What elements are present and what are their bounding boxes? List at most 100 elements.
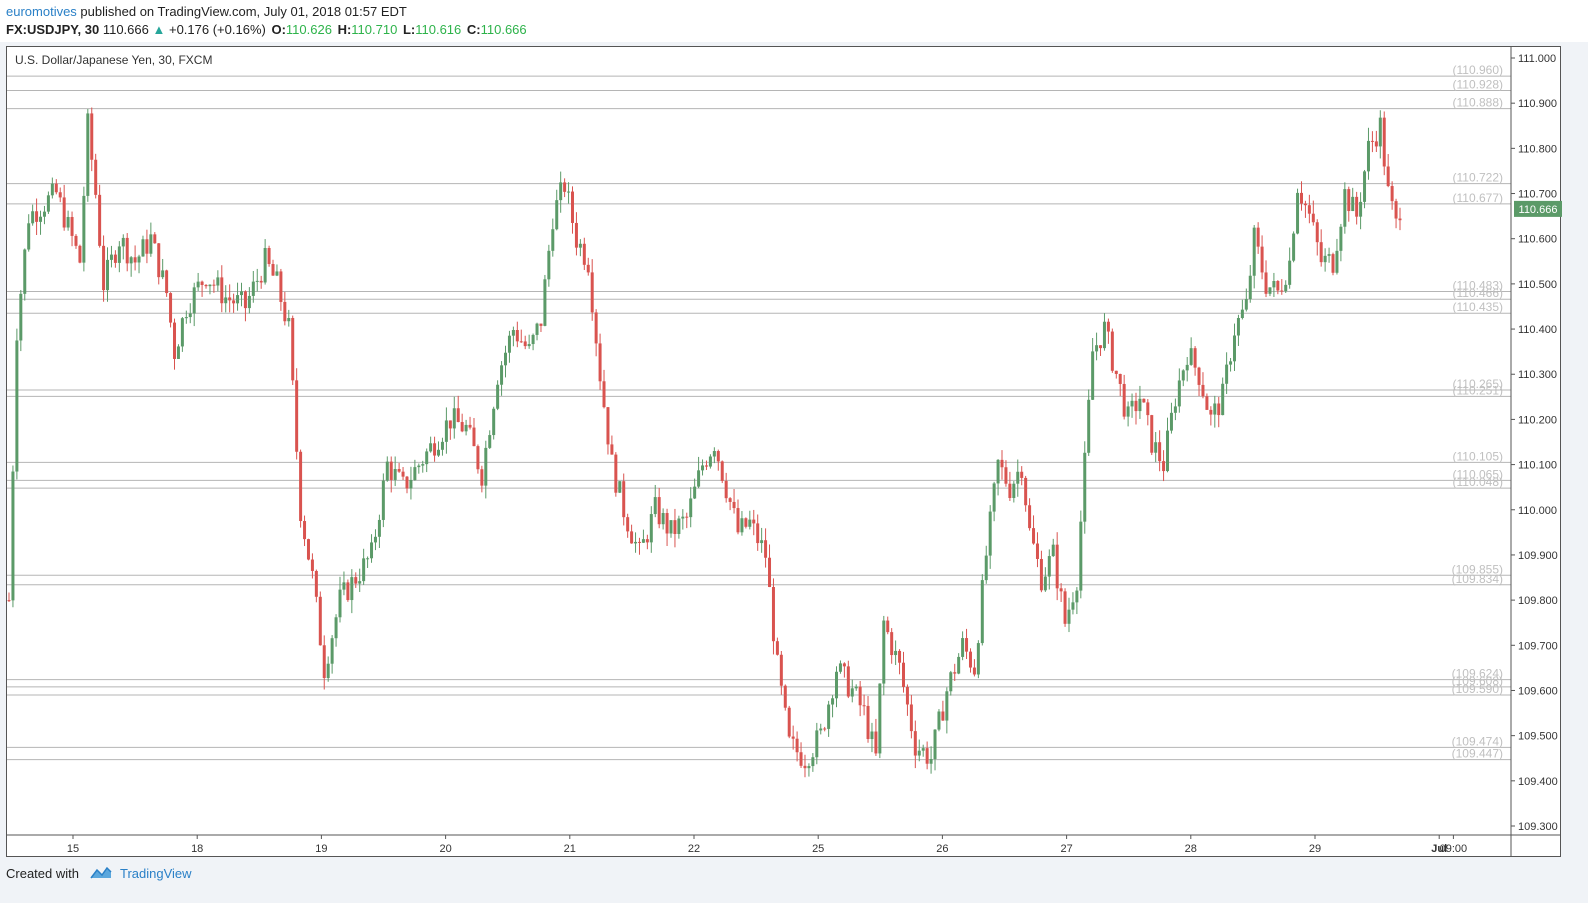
candle-body bbox=[634, 541, 638, 544]
candle-body bbox=[129, 257, 133, 264]
candle-body bbox=[748, 519, 752, 527]
candle-body bbox=[570, 191, 574, 223]
candle-body bbox=[957, 656, 961, 674]
candle-body bbox=[862, 705, 866, 707]
candle-body bbox=[708, 456, 712, 467]
candle-body bbox=[1032, 528, 1036, 544]
candle-body bbox=[515, 330, 519, 342]
candle-body bbox=[1339, 226, 1343, 251]
candle-body bbox=[1091, 351, 1095, 400]
candle-body bbox=[82, 195, 86, 263]
candle-body bbox=[1181, 370, 1185, 381]
candle-body bbox=[279, 271, 283, 302]
candle-body bbox=[779, 654, 783, 686]
candle-body bbox=[972, 667, 976, 675]
candle-body bbox=[204, 284, 208, 287]
candle-body bbox=[661, 513, 665, 525]
candle-body bbox=[86, 113, 90, 196]
x-tick-label: 22 bbox=[688, 843, 700, 855]
candle-body bbox=[728, 498, 732, 502]
candle-body bbox=[429, 443, 433, 452]
candle-body bbox=[11, 471, 15, 601]
y-tick-label: 109.900 bbox=[1518, 550, 1558, 562]
candle-body bbox=[768, 557, 772, 588]
tradingview-link[interactable]: TradingView bbox=[120, 866, 192, 881]
x-tick-label: 20 bbox=[439, 843, 451, 855]
candle-body bbox=[1154, 442, 1158, 453]
candle-body bbox=[961, 638, 965, 657]
candle-body bbox=[1043, 576, 1047, 591]
candle-body bbox=[1327, 254, 1331, 256]
candle-body bbox=[507, 335, 511, 353]
candle-body bbox=[1248, 275, 1252, 300]
y-tick-label: 109.400 bbox=[1518, 776, 1558, 788]
candle-body bbox=[602, 381, 606, 408]
candle-body bbox=[310, 559, 314, 571]
candle-body bbox=[141, 239, 145, 257]
x-tick-label: 21 bbox=[564, 843, 576, 855]
candle-body bbox=[968, 651, 972, 668]
candle-body bbox=[1134, 400, 1138, 412]
candle-body bbox=[366, 558, 370, 560]
candle-body bbox=[819, 728, 823, 731]
candle-body bbox=[66, 216, 70, 228]
candle-body bbox=[188, 313, 192, 318]
candle-body bbox=[1288, 260, 1292, 285]
candle-body bbox=[795, 738, 799, 753]
level-label: (109.590) bbox=[1452, 682, 1503, 696]
candle-body bbox=[854, 686, 858, 689]
candle-body bbox=[846, 666, 850, 697]
candle-body bbox=[472, 427, 476, 447]
candle-body bbox=[192, 287, 196, 314]
candle-body bbox=[637, 541, 641, 543]
candle-body bbox=[1126, 406, 1130, 417]
candle-body bbox=[1335, 250, 1339, 273]
candle-body bbox=[354, 577, 358, 584]
candle-body bbox=[42, 211, 46, 217]
candle-body bbox=[1106, 321, 1110, 332]
horizontal-levels: (110.960)(110.928) (110.888) (110.722) (110… bbox=[7, 63, 1511, 761]
candle-body bbox=[933, 729, 937, 760]
candle-body bbox=[1394, 201, 1398, 219]
candle-body bbox=[318, 596, 322, 646]
candle-body bbox=[941, 711, 945, 721]
candle-body bbox=[251, 281, 255, 296]
candle-body bbox=[1193, 348, 1197, 368]
candle-body bbox=[1374, 141, 1378, 147]
candle-body bbox=[807, 766, 811, 769]
candle-body bbox=[504, 352, 508, 366]
level-label: (110.960) bbox=[1453, 63, 1503, 77]
candle-body bbox=[287, 318, 291, 322]
candle-body bbox=[460, 422, 464, 432]
candle-body bbox=[98, 194, 102, 246]
candle-body bbox=[1331, 254, 1335, 273]
candle-body bbox=[109, 254, 113, 260]
y-tick-label: 110.900 bbox=[1518, 98, 1557, 110]
candle-body bbox=[425, 451, 429, 465]
candle-body bbox=[827, 704, 831, 729]
y-tick-label: 110.300 bbox=[1518, 369, 1557, 381]
candle-body bbox=[90, 113, 94, 160]
candle-body bbox=[239, 291, 243, 296]
candle-body bbox=[464, 424, 468, 432]
candle-body bbox=[1236, 318, 1240, 336]
x-tick-label: 09:00 bbox=[1440, 843, 1468, 855]
candle-body bbox=[247, 295, 251, 309]
candle-body bbox=[567, 191, 571, 193]
time-axis[interactable]: 15 18 19 20 21 22 25 26 27 28 29 Jul09:00 bbox=[67, 835, 1467, 855]
candle-body bbox=[1000, 459, 1004, 468]
candle-body bbox=[677, 518, 681, 534]
level-label: (110.888) bbox=[1453, 96, 1503, 110]
candle-body bbox=[1307, 205, 1311, 214]
candle-body bbox=[468, 424, 472, 428]
candle-body bbox=[1366, 140, 1370, 172]
candle-body bbox=[476, 446, 480, 470]
candle-body bbox=[1256, 227, 1260, 247]
price-axis[interactable]: 111.000 110.900 110.800 110.700 110.600 110.5… bbox=[1511, 53, 1558, 833]
candle-body bbox=[1158, 442, 1162, 462]
candle-body bbox=[125, 237, 129, 264]
price-chart[interactable]: (110.960)(110.928) (110.888) (110.722) (110… bbox=[0, 0, 1588, 903]
candle-body bbox=[1225, 364, 1229, 384]
candle-body bbox=[220, 277, 224, 304]
candle-body bbox=[984, 555, 988, 581]
